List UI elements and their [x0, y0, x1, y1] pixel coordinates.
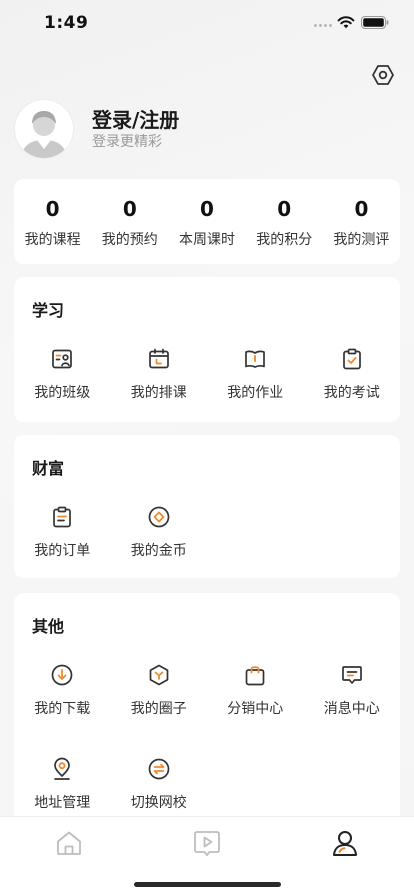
- menu-item-label: 分销中心: [227, 701, 284, 717]
- wifi-icon: [337, 16, 355, 29]
- menu-item-my-homework[interactable]: 我的作业: [207, 341, 304, 435]
- class-icon: [52, 349, 73, 369]
- stat-label: 我的测评: [333, 232, 390, 248]
- shopping-bag-icon: [245, 666, 265, 686]
- switch-arrows-icon: [148, 758, 170, 780]
- menu-item-label: 我的考试: [323, 385, 380, 401]
- stat-my-assessments[interactable]: 0 我的测评: [323, 179, 400, 264]
- menu-item-label: 地址管理: [34, 795, 91, 811]
- other-section: 其他 我的下载 我的圈子 分销中心 消息中心 地址管理 切换网校: [14, 593, 400, 833]
- menu-item-label: 我的班级: [34, 385, 91, 401]
- settings-hexagon-icon: [372, 65, 394, 85]
- download-icon: [51, 664, 73, 686]
- status-time: 1:49: [44, 13, 89, 33]
- menu-item-my-class[interactable]: 我的班级: [14, 341, 111, 435]
- message-icon: [341, 666, 362, 684]
- section-title: 财富: [32, 459, 65, 478]
- tab-mine[interactable]: [325, 825, 365, 861]
- stat-value: 0: [122, 197, 137, 221]
- default-avatar-icon: [15, 100, 73, 158]
- menu-item-my-downloads[interactable]: 我的下载: [14, 657, 111, 751]
- homework-book-icon: [245, 350, 266, 368]
- wealth-section: 财富 我的订单 我的金币: [14, 435, 400, 578]
- stat-label: 我的课程: [24, 232, 81, 248]
- menu-item-label: 我的圈子: [130, 701, 187, 717]
- stat-label: 本周课时: [179, 232, 235, 248]
- home-icon: [57, 831, 81, 855]
- exam-clipboard-icon: [342, 348, 361, 370]
- learning-grid: 我的班级 我的排课 我的作业 我的考试: [14, 341, 400, 435]
- login-register-link[interactable]: 登录/注册: [92, 104, 179, 133]
- circle-hexagon-icon: [149, 664, 169, 686]
- menu-item-label: 我的作业: [227, 385, 284, 401]
- wealth-grid: 我的订单 我的金币: [14, 499, 400, 593]
- settings-button[interactable]: [370, 62, 396, 88]
- menu-item-label: 我的排课: [130, 385, 187, 401]
- profile-screen: 1:49 登录/注册 登录更精彩 0 我的课程 0 我的预约 0 本周课时 0 …: [0, 0, 414, 896]
- menu-item-label: 我的下载: [34, 701, 91, 717]
- menu-item-label: 消息中心: [323, 701, 380, 717]
- signal-dots-icon: [314, 24, 334, 28]
- menu-item-distribution-center[interactable]: 分销中心: [207, 657, 304, 751]
- menu-item-label: 切换网校: [130, 795, 187, 811]
- menu-item-label: 我的金币: [130, 543, 187, 559]
- menu-item-my-schedule[interactable]: 我的排课: [111, 341, 208, 435]
- menu-item-label: 我的订单: [34, 543, 91, 559]
- menu-item-my-coins[interactable]: 我的金币: [111, 499, 208, 593]
- section-title: 学习: [32, 301, 65, 320]
- stat-value: 0: [354, 197, 369, 221]
- stat-label: 我的预约: [101, 232, 158, 248]
- section-title: 其他: [32, 617, 65, 636]
- tab-video[interactable]: [187, 825, 227, 861]
- profile-icon: [333, 831, 357, 856]
- location-pin-icon: [54, 757, 71, 780]
- battery-icon: [361, 16, 389, 29]
- menu-item-my-orders[interactable]: 我的订单: [14, 499, 111, 593]
- stats-card: 0 我的课程 0 我的预约 0 本周课时 0 我的积分 0 我的测评: [14, 179, 400, 264]
- avatar[interactable]: [15, 100, 73, 158]
- stat-my-points[interactable]: 0 我的积分: [246, 179, 323, 264]
- stat-value: 0: [45, 197, 60, 221]
- stat-label: 我的积分: [256, 232, 313, 248]
- menu-item-my-exam[interactable]: 我的考试: [304, 341, 401, 435]
- home-indicator: [134, 882, 281, 887]
- stat-my-appointments[interactable]: 0 我的预约: [91, 179, 168, 264]
- coin-icon: [148, 506, 170, 528]
- status-bar: 1:49: [0, 0, 414, 46]
- order-icon: [53, 506, 72, 528]
- menu-item-my-circle[interactable]: 我的圈子: [111, 657, 208, 751]
- stat-value: 0: [277, 197, 292, 221]
- schedule-icon: [148, 348, 169, 369]
- learning-section: 学习 我的班级 我的排课 我的作业 我的考试: [14, 277, 400, 422]
- stat-weekly-hours[interactable]: 0 本周课时: [168, 179, 245, 264]
- menu-item-message-center[interactable]: 消息中心: [304, 657, 401, 751]
- stat-my-courses[interactable]: 0 我的课程: [14, 179, 91, 264]
- stat-value: 0: [200, 197, 214, 221]
- tab-home[interactable]: [49, 825, 89, 861]
- video-play-icon: [194, 831, 220, 856]
- login-subtitle: 登录更精彩: [92, 134, 162, 150]
